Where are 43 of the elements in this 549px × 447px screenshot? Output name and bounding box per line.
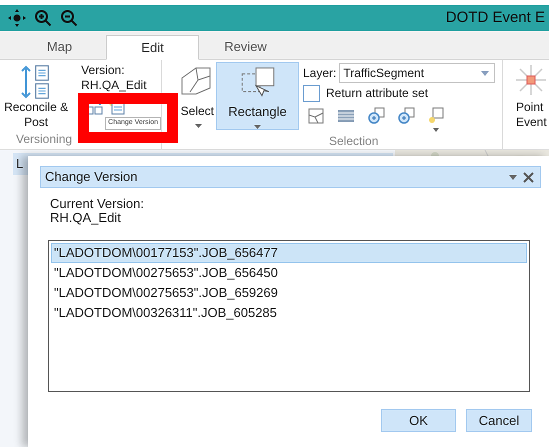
point-event-button[interactable]: Point Event (503, 60, 547, 149)
zoom-map-icon[interactable] (397, 107, 415, 125)
zoom-out-icon[interactable] (60, 9, 78, 27)
layer-label: Layer: (303, 65, 336, 82)
checkbox[interactable] (303, 84, 320, 102)
pan-icon[interactable] (8, 9, 26, 27)
reconcile-post-button[interactable]: Reconcile & Post (0, 60, 72, 130)
version-item[interactable]: "LADOTDOM\00275653".JOB_659269 (51, 283, 527, 303)
version-value: RH.QA_Edit (81, 78, 148, 93)
caret-icon (433, 128, 439, 132)
point-burst-icon (515, 64, 547, 96)
version-item[interactable]: "LADOTDOM\00326311".JOB_605285 (51, 303, 527, 323)
group-label: Versioning (16, 131, 74, 148)
version-label: Version: (81, 63, 126, 78)
double-arrow-icon (20, 65, 31, 99)
checkbox-label: Return attribute set (326, 85, 428, 102)
map-icon[interactable] (307, 107, 325, 125)
layer-dropdown[interactable]: TrafficSegment (339, 63, 496, 83)
select-button[interactable]: Select (162, 60, 216, 132)
ribbon-tab[interactable]: Edit (106, 35, 199, 60)
window-title: DOTD Event E (446, 8, 545, 28)
caret-icon[interactable] (509, 174, 517, 180)
caret-icon (254, 125, 261, 129)
ribbon-tab[interactable]: Review (199, 34, 292, 59)
table-icon[interactable] (337, 107, 355, 125)
rectangle-button[interactable]: Rectangle (216, 62, 299, 130)
ribbon-tab[interactable]: Map (13, 34, 106, 59)
rectangle-select-icon (240, 66, 276, 98)
zoom-map-icon[interactable] (367, 107, 385, 125)
group-label: Selection (329, 133, 380, 150)
caret-icon (481, 70, 490, 76)
current-version-label: Current Version: (50, 197, 145, 211)
current-version-value: RH.QA_Edit (50, 211, 122, 225)
caret-icon (195, 124, 202, 128)
version-item[interactable]: "LADOTDOM\00275653".JOB_656450 (51, 263, 527, 283)
zoom-in-icon[interactable] (34, 9, 52, 27)
panel-tab-label: L (16, 155, 24, 174)
dialog-button[interactable]: Cancel (466, 409, 532, 432)
version-item[interactable]: "LADOTDOM\00177153".JOB_656477 (51, 243, 527, 263)
dialog-title: Change Version (45, 168, 138, 186)
close-icon[interactable] (523, 172, 534, 182)
dialog-button[interactable]: OK (381, 409, 456, 432)
map-star-icon[interactable] (427, 107, 445, 125)
